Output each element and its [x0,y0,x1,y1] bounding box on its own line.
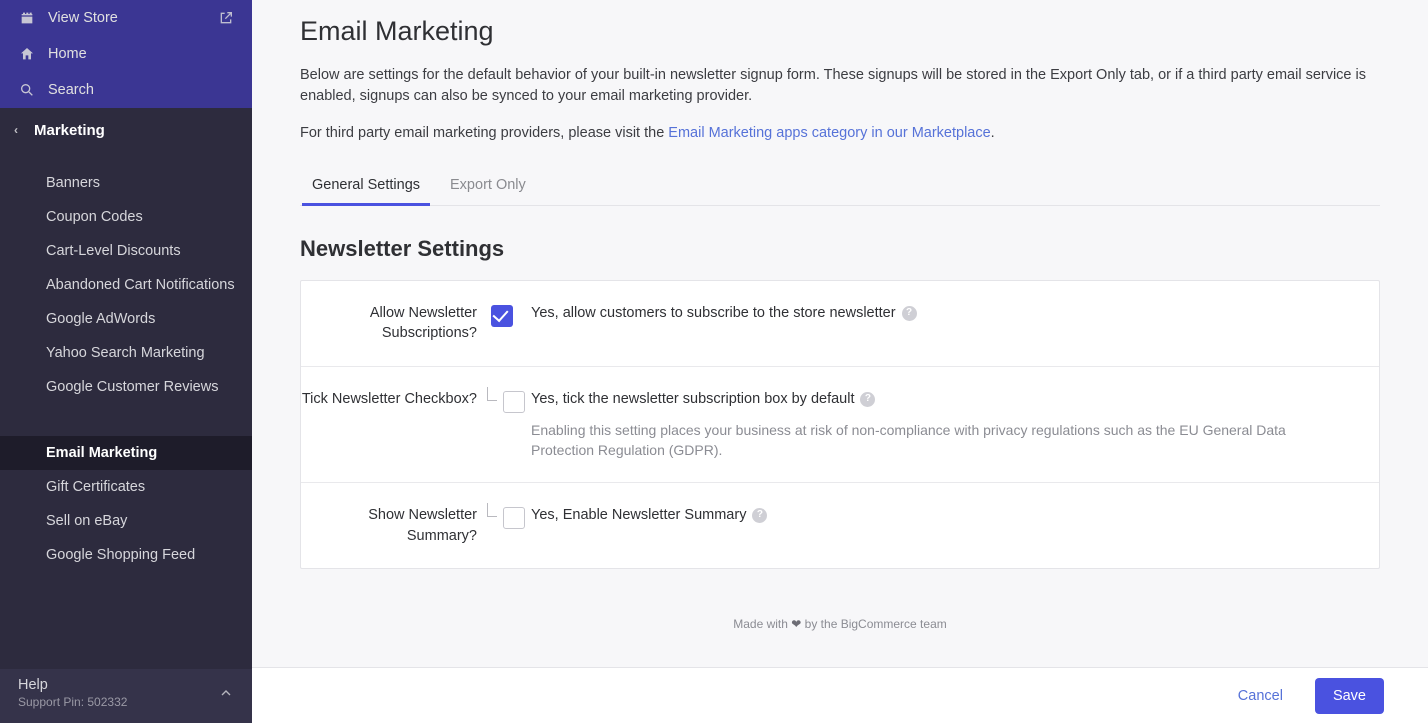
setting-checkbox-wrap [491,505,531,546]
made-with-prefix: Made with [733,617,791,631]
heart-icon: ❤ [791,617,801,631]
support-pin: Support Pin: 502332 [18,695,234,709]
sidebar-item-google-adwords[interactable]: Google AdWords [0,302,252,336]
setting-text: Yes, tick the newsletter subscription bo… [531,389,854,410]
help-icon[interactable]: ? [860,392,875,407]
subnav-group-2: Email Marketing Gift Certificates Sell o… [0,436,252,572]
setting-label: Allow Newsletter Subscriptions? [301,303,491,344]
help-label: Help [18,677,234,693]
setting-body: Yes, tick the newsletter subscription bo… [531,389,1355,461]
tabs: General Settings Export Only [300,171,1380,206]
intro-link-line: For third party email marketing provider… [300,125,1380,141]
checkbox-show-summary[interactable] [503,507,525,529]
made-with: Made with ❤ by the BigCommerce team [300,617,1380,631]
sidebar-top: View Store Home Search [0,0,252,108]
tab-export-only[interactable]: Export Only [450,171,526,205]
search-icon [18,82,36,98]
setting-body: Yes, Enable Newsletter Summary ? [531,505,1355,546]
sidebar-item-google-customer-reviews[interactable]: Google Customer Reviews [0,370,252,404]
sidebar-item-cart-level-discounts[interactable]: Cart-Level Discounts [0,234,252,268]
section-label: Marketing [34,122,105,139]
sidebar: View Store Home Search ‹ Marketing Banne… [0,0,252,723]
external-icon [218,10,234,26]
chevron-left-icon: ‹ [14,123,24,137]
setting-text: Yes, Enable Newsletter Summary [531,505,746,526]
checkbox-allow-subscriptions[interactable] [491,305,513,327]
setting-hint: Enabling this setting places your busine… [531,420,1331,461]
home-label: Home [48,46,87,62]
branch-icon [487,387,497,401]
section-heading: Newsletter Settings [300,236,1380,262]
intro2-prefix: For third party email marketing provider… [300,125,668,141]
intro-text: Below are settings for the default behav… [300,65,1380,107]
sidebar-item-abandoned-cart[interactable]: Abandoned Cart Notifications [0,268,252,302]
settings-panel: Allow Newsletter Subscriptions? Yes, all… [300,280,1380,569]
sidebar-item-sell-on-ebay[interactable]: Sell on eBay [0,504,252,538]
chevron-up-icon [218,685,234,701]
sidebar-nav: ‹ Marketing Banners Coupon Codes Cart-Le… [0,108,252,669]
sidebar-item-email-marketing[interactable]: Email Marketing [0,436,252,470]
setting-checkbox-wrap [491,303,531,344]
intro2-suffix: . [991,125,995,141]
search-label: Search [48,82,94,98]
setting-label: Show Newsletter Summary? [301,505,491,546]
store-icon [18,10,36,26]
setting-allow-subscriptions: Allow Newsletter Subscriptions? Yes, all… [301,281,1379,367]
subnav-group-1: Banners Coupon Codes Cart-Level Discount… [0,152,252,404]
marketplace-link[interactable]: Email Marketing apps category in our Mar… [668,125,990,141]
save-button[interactable]: Save [1315,678,1384,714]
checkbox-tick-newsletter[interactable] [503,391,525,413]
view-store-label: View Store [48,10,118,26]
main: Email Marketing Below are settings for t… [252,0,1428,723]
made-with-suffix: by the BigCommerce team [801,617,946,631]
branch-icon [487,503,497,517]
view-store-link[interactable]: View Store [0,0,252,36]
sidebar-item-coupon-codes[interactable]: Coupon Codes [0,200,252,234]
help-icon[interactable]: ? [752,508,767,523]
setting-tick-checkbox: Tick Newsletter Checkbox? Yes, tick the … [301,367,1379,484]
setting-label: Tick Newsletter Checkbox? [301,389,491,461]
tab-general-settings[interactable]: General Settings [312,171,420,205]
action-bar: Cancel Save [252,667,1428,723]
setting-checkbox-wrap [491,389,531,461]
page-title: Email Marketing [300,16,1380,47]
sidebar-item-google-shopping-feed[interactable]: Google Shopping Feed [0,538,252,572]
search-link[interactable]: Search [0,72,252,108]
sidebar-item-yahoo-search[interactable]: Yahoo Search Marketing [0,336,252,370]
home-icon [18,46,36,62]
cancel-button[interactable]: Cancel [1220,678,1301,714]
sidebar-footer[interactable]: Help Support Pin: 502332 [0,669,252,723]
home-link[interactable]: Home [0,36,252,72]
section-marketing[interactable]: ‹ Marketing [0,108,252,152]
sidebar-item-gift-certificates[interactable]: Gift Certificates [0,470,252,504]
sidebar-item-banners[interactable]: Banners [0,166,252,200]
setting-text: Yes, allow customers to subscribe to the… [531,303,896,324]
setting-show-summary: Show Newsletter Summary? Yes, Enable New… [301,483,1379,568]
content: Email Marketing Below are settings for t… [252,0,1428,667]
setting-body: Yes, allow customers to subscribe to the… [531,303,1355,344]
help-icon[interactable]: ? [902,306,917,321]
